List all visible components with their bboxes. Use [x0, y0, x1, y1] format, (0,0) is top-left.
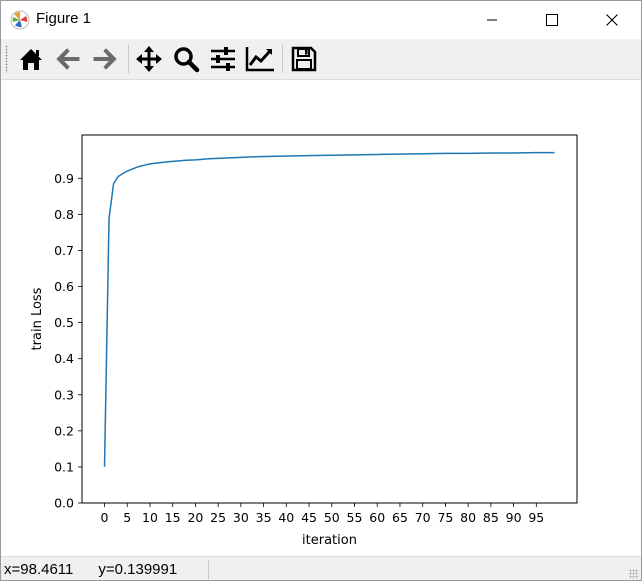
status-divider [208, 560, 209, 579]
x-tick-label: 90 [506, 510, 522, 525]
sliders-icon [211, 47, 235, 71]
y-tick-label: 0.9 [54, 171, 74, 186]
x-tick-label: 80 [460, 510, 476, 525]
zoom-button[interactable] [170, 43, 202, 75]
title-bar[interactable]: Figure 1 [1, 1, 641, 39]
matplotlib-logo-icon [10, 10, 30, 30]
y-axis: 0.0 0.1 0.2 0.3 0.4 0.5 0.6 0.7 0.8 0.9 [54, 171, 82, 511]
y-tick-label: 0.5 [54, 315, 74, 330]
home-button[interactable] [15, 43, 47, 75]
y-axis-label: train Loss [30, 287, 45, 350]
x-tick-label: 15 [165, 510, 181, 525]
x-tick-label: 65 [392, 510, 408, 525]
y-tick-label: 0.8 [54, 207, 74, 222]
maximize-button[interactable] [529, 1, 575, 39]
x-tick-label: 0 [101, 510, 109, 525]
figure-window: Figure 1 0 5 10 15 20 25 30 35 40 45 50 … [0, 0, 642, 581]
toolbar-grip[interactable] [5, 45, 8, 73]
x-tick-label: 40 [278, 510, 294, 525]
navigation-toolbar [1, 39, 641, 80]
status-bar: x=98.4611 y=0.139991 [1, 556, 641, 580]
x-tick-label: 95 [528, 510, 544, 525]
x-axis: 0 5 10 15 20 25 30 35 40 45 50 55 60 65 70 75 80 85 90 95 [101, 503, 544, 525]
y-tick-label: 0.3 [54, 387, 74, 402]
maximize-icon [546, 14, 558, 26]
move-icon [136, 46, 162, 72]
y-tick-label: 0.0 [54, 496, 74, 511]
line-chart[interactable]: 0 5 10 15 20 25 30 35 40 45 50 55 60 65 70 75 80 85 90 95 0… [1, 80, 641, 555]
floppy-disk-icon [291, 46, 317, 72]
home-icon [20, 49, 42, 70]
cursor-coordinates: x=98.4611 y=0.139991 [4, 561, 178, 578]
x-tick-label: 5 [123, 510, 131, 525]
x-tick-label: 60 [369, 510, 385, 525]
x-tick-label: 45 [301, 510, 317, 525]
y-tick-label: 0.6 [54, 279, 74, 294]
y-tick-label: 0.1 [54, 459, 74, 474]
x-tick-label: 30 [233, 510, 249, 525]
window-title: Figure 1 [36, 10, 92, 27]
x-axis-label: iteration [302, 533, 357, 548]
save-button[interactable] [288, 43, 320, 75]
x-tick-label: 85 [483, 510, 499, 525]
close-icon [606, 14, 618, 26]
resize-grip[interactable] [629, 569, 639, 579]
minimize-button[interactable] [469, 1, 515, 39]
y-tick-label: 0.7 [54, 243, 74, 258]
pan-button[interactable] [133, 43, 165, 75]
chart-edit-icon [245, 47, 274, 72]
arrow-right-icon [93, 48, 117, 70]
back-button[interactable] [52, 43, 84, 75]
close-button[interactable] [589, 1, 635, 39]
x-tick-label: 50 [324, 510, 340, 525]
plot-canvas[interactable]: 0 5 10 15 20 25 30 35 40 45 50 55 60 65 70 75 80 85 90 95 0… [1, 80, 641, 555]
x-tick-label: 75 [437, 510, 453, 525]
axes-frame [81, 134, 578, 504]
y-tick-label: 0.4 [54, 351, 74, 366]
toolbar-separator [128, 45, 129, 73]
x-tick-label: 25 [210, 510, 226, 525]
arrow-left-icon [56, 48, 80, 70]
customize-button[interactable] [244, 43, 276, 75]
y-tick-label: 0.2 [54, 423, 74, 438]
x-tick-label: 35 [256, 510, 272, 525]
x-tick-label: 10 [142, 510, 158, 525]
x-tick-label: 70 [415, 510, 431, 525]
x-tick-label: 20 [187, 510, 203, 525]
magnifier-icon [174, 47, 200, 73]
toolbar-separator [282, 45, 283, 73]
forward-button[interactable] [89, 43, 121, 75]
subplots-button[interactable] [207, 43, 239, 75]
minimize-icon [487, 19, 497, 21]
x-tick-label: 55 [347, 510, 363, 525]
